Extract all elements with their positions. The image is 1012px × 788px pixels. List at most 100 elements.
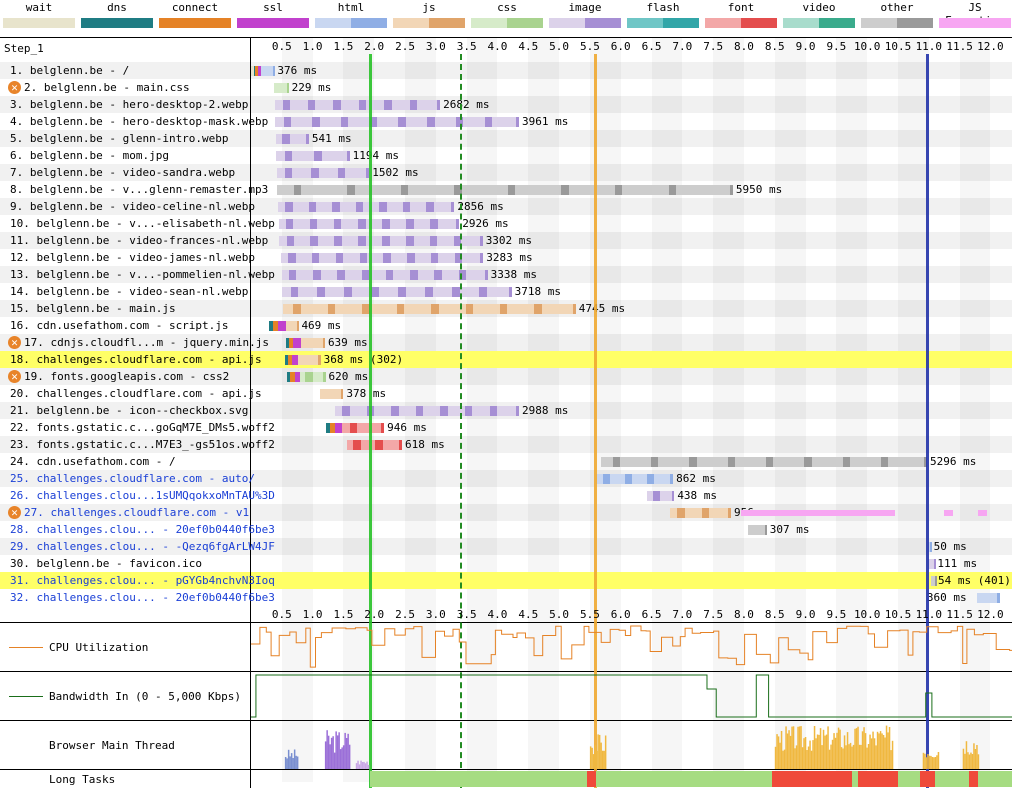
request-label[interactable]: 23. fonts.gstatic.c...M7E3_-gs51os.woff2 (10, 438, 275, 451)
main-thread-sample (976, 745, 978, 769)
request-row[interactable]: 10. belglenn.be - v...-elisabeth-nl.webp… (0, 215, 1012, 232)
download-chunk (727, 457, 735, 467)
request-label[interactable]: 14. belglenn.be - video-sean-nl.webp (10, 285, 248, 298)
request-row[interactable]: 8. belglenn.be - v...glenn-remaster.mp3 5… (0, 181, 1012, 198)
request-label[interactable]: 4. belglenn.be - hero-desktop-mask.webp (10, 115, 268, 128)
main-thread-sample (801, 747, 804, 769)
request-label[interactable]: 10. belglenn.be - v...-elisabeth-nl.webp (10, 217, 275, 230)
main-thread-sample (851, 746, 853, 769)
request-row[interactable]: 3. belglenn.be - hero-desktop-2.webp 2682… (0, 96, 1012, 113)
request-row[interactable]: 20. challenges.cloudflare.com - api.js 37… (0, 385, 1012, 402)
axis-tick: 10.0 (853, 40, 881, 53)
request-label[interactable]: 20. challenges.cloudflare.com - api.js (10, 387, 262, 400)
request-row[interactable]: 32. challenges.clou... - 20ef0b0440f6be3… (0, 589, 1012, 606)
main-thread-sample (813, 726, 816, 769)
request-row[interactable]: 16. cdn.usefathom.com - script.js 469 ms (0, 317, 1012, 334)
request-row[interactable]: 25. challenges.cloudflare.com - auto/862… (0, 470, 1012, 487)
legend-swatch-html (315, 18, 387, 28)
request-label[interactable]: 15. belglenn.be - main.js (10, 302, 176, 315)
request-label[interactable]: 21. belglenn.be - icon--checkbox.svg (10, 404, 248, 417)
error-icon: ✕ (8, 336, 21, 349)
request-row[interactable]: 23. fonts.gstatic.c...M7E3_-gs51os.woff2… (0, 436, 1012, 453)
download-chunk (282, 100, 291, 110)
request-row[interactable]: 1. belglenn.be - / 376 ms (0, 62, 1012, 79)
request-label[interactable]: 31. challenges.clou... - pGYGb4nchvN3Ioq (10, 574, 275, 587)
duration-label: 862 ms (676, 472, 716, 485)
request-label[interactable]: 16. cdn.usefathom.com - script.js (10, 319, 229, 332)
request-label[interactable]: 25. challenges.cloudflare.com - auto/ (10, 472, 255, 485)
main-thread-sample (804, 737, 807, 769)
main-thread-sample (782, 750, 784, 769)
request-row[interactable]: 5. belglenn.be - glenn-intro.webp 541 ms (0, 130, 1012, 147)
request-row[interactable]: 4. belglenn.be - hero-desktop-mask.webp 3… (0, 113, 1012, 130)
request-label[interactable]: 17. cdnjs.cloudfl...m - jquery.min.js (24, 336, 269, 349)
duration-label: 3338 ms (490, 268, 537, 281)
request-row[interactable]: 12. belglenn.be - video-james-nl.webp 328… (0, 249, 1012, 266)
request-label[interactable]: 24. cdn.usefathom.com - / (10, 455, 176, 468)
ok-task-block (898, 771, 920, 787)
request-label[interactable]: 28. challenges.clou... - 20ef0b0440f6be3 (10, 523, 275, 536)
request-row[interactable]: ✕ 2. belglenn.be - main.css 229 ms (0, 79, 1012, 96)
request-row[interactable]: 11. belglenn.be - video-frances-nl.webp 3… (0, 232, 1012, 249)
request-row[interactable]: 9. belglenn.be - video-celine-nl.webp 285… (0, 198, 1012, 215)
request-row[interactable]: 24. cdn.usefathom.com - / 5296 ms (0, 453, 1012, 470)
request-label[interactable]: 26. challenges.clou...1sUMQqokxoMnTAU%3D (10, 489, 275, 502)
axis-tick: 0.5 (271, 40, 292, 53)
request-row[interactable]: 31. challenges.clou... - pGYGb4nchvN3Ioq… (0, 572, 1012, 589)
request-row[interactable]: 21. belglenn.be - icon--checkbox.svg 2988… (0, 402, 1012, 419)
request-label[interactable]: 22. fonts.gstatic.c...goGqM7E_DMs5.woff2 (10, 421, 275, 434)
request-label[interactable]: 1. belglenn.be - / (10, 64, 129, 77)
main-thread-sample (592, 754, 595, 769)
download-chunk (396, 304, 405, 314)
request-row[interactable]: 28. challenges.clou... - 20ef0b0440f6be3… (0, 521, 1012, 538)
main-thread-sample (361, 762, 364, 769)
duration-label: 620 ms (328, 370, 369, 383)
download-chunk (456, 219, 460, 229)
request-row[interactable]: 7. belglenn.be - video-sandra.webp 1502 m… (0, 164, 1012, 181)
request-row[interactable]: 18. challenges.cloudflare.com - api.js 36… (0, 351, 1012, 368)
download-chunk (353, 440, 361, 450)
request-row[interactable]: ✕ 17. cdnjs.cloudfl...m - jquery.min.js 63… (0, 334, 1012, 351)
request-label[interactable]: 3. belglenn.be - hero-desktop-2.webp (10, 98, 248, 111)
js-execution-segment (740, 510, 895, 516)
request-label[interactable]: 12. belglenn.be - video-james-nl.webp (10, 251, 255, 264)
download-chunk (729, 185, 733, 195)
request-row[interactable]: 29. challenges.clou... - -Qezq6fgArLW4JF… (0, 538, 1012, 555)
legend-label-js: js (422, 1, 436, 14)
request-label[interactable]: 13. belglenn.be - v...-pommelien-nl.webp (10, 268, 275, 281)
request-row[interactable]: ✕27. challenges.cloudflare.com - v1956 m… (0, 504, 1012, 521)
download-chunk (313, 270, 321, 280)
request-row[interactable]: 22. fonts.gstatic.c...goGqM7E_DMs5.woff2… (0, 419, 1012, 436)
request-label[interactable]: 18. challenges.cloudflare.com - api.js (10, 353, 262, 366)
request-row[interactable]: 13. belglenn.be - v...-pommelien-nl.webp… (0, 266, 1012, 283)
main-thread-sample (342, 745, 345, 769)
download-chunk (452, 287, 460, 297)
request-row[interactable]: 30. belglenn.be - favicon.ico 111 ms (0, 555, 1012, 572)
main-thread-sample (339, 749, 342, 769)
main-thread-sample (777, 736, 780, 769)
request-label[interactable]: 27. challenges.cloudflare.com - v1 (24, 506, 249, 519)
request-label[interactable]: 29. challenges.clou... - -Qezq6fgArLW4JF (10, 540, 275, 553)
request-label[interactable]: 9. belglenn.be - video-celine-nl.webp (10, 200, 255, 213)
main-thread-sample (600, 742, 602, 769)
main-thread-sample (857, 726, 859, 769)
axis-tick: 5.5 (579, 608, 600, 621)
download-chunk (572, 304, 576, 314)
request-label[interactable]: 11. belglenn.be - video-frances-nl.webp (10, 234, 268, 247)
request-label[interactable]: 6. belglenn.be - mom.jpg (10, 149, 169, 162)
download-chunk (290, 287, 298, 297)
download-chunk (410, 270, 418, 280)
request-label[interactable]: 19. fonts.googleapis.com - css2 (24, 370, 229, 383)
request-label[interactable]: 8. belglenn.be - v...glenn-remaster.mp3 (10, 183, 268, 196)
request-label[interactable]: 30. belglenn.be - favicon.ico (10, 557, 202, 570)
request-row[interactable]: 14. belglenn.be - video-sean-nl.webp 3718… (0, 283, 1012, 300)
request-row[interactable]: ✕ 19. fonts.googleapis.com - css2 620 ms (0, 368, 1012, 385)
request-row[interactable]: 26. challenges.clou...1sUMQqokxoMnTAU%3D… (0, 487, 1012, 504)
request-row[interactable]: 6. belglenn.be - mom.jpg 1194 ms (0, 147, 1012, 164)
request-row[interactable]: 15. belglenn.be - main.js 4745 ms (0, 300, 1012, 317)
request-label[interactable]: 32. challenges.clou... - 20ef0b0440f6be3 (10, 591, 275, 604)
request-label[interactable]: 2. belglenn.be - main.css (24, 81, 190, 94)
request-label[interactable]: 5. belglenn.be - glenn-intro.webp (10, 132, 229, 145)
request-label[interactable]: 7. belglenn.be - video-sandra.webp (10, 166, 235, 179)
main-thread-sample (964, 753, 966, 769)
